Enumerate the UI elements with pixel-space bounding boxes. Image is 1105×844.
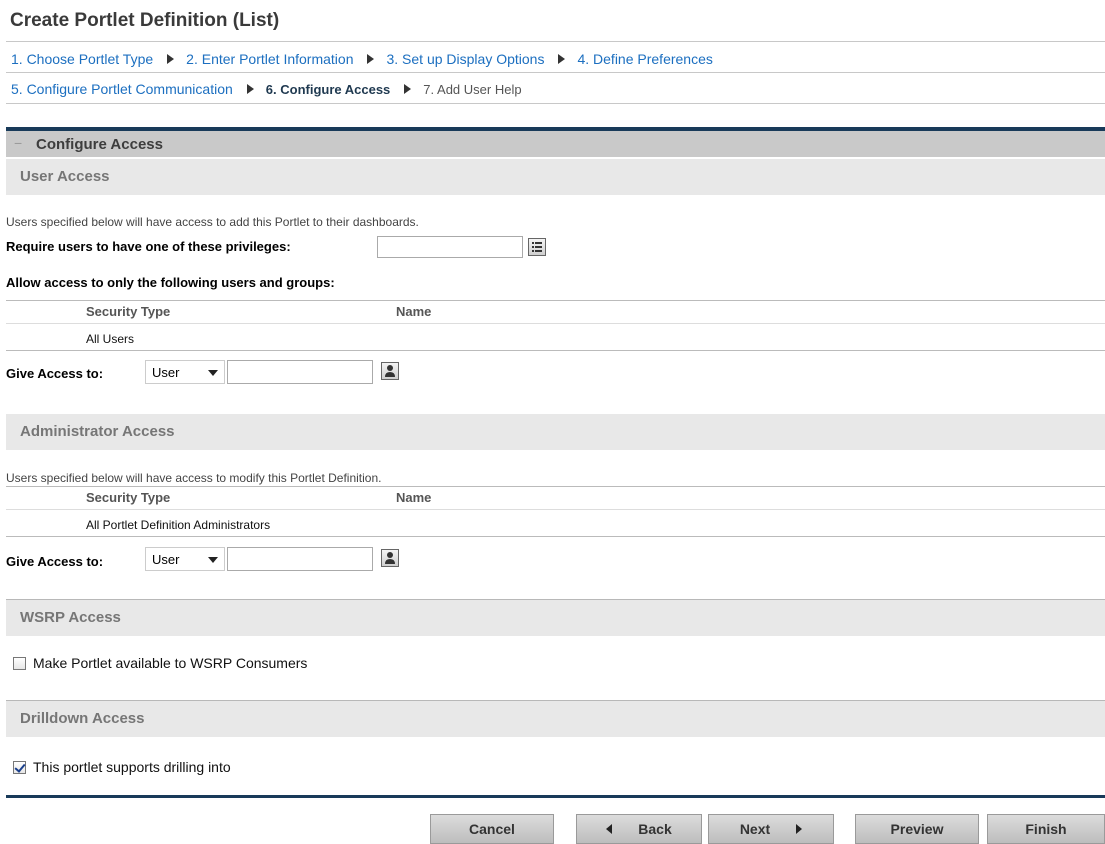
admin-access-name-input[interactable] xyxy=(227,547,373,571)
step-arrow-icon xyxy=(246,84,254,94)
table-row: All Portlet Definition Administrators xyxy=(6,514,1105,537)
step-arrow-icon xyxy=(558,54,566,64)
step-arrow-icon xyxy=(367,54,375,64)
user-access-name-input[interactable] xyxy=(227,360,373,384)
back-button[interactable]: Back xyxy=(576,814,702,844)
administrator-access-header: Administrator Access xyxy=(6,414,1105,450)
user-access-description: Users specified below will have access t… xyxy=(6,215,419,229)
admin-access-table-header: Security Type Name xyxy=(6,486,1105,510)
select-value: User xyxy=(152,365,180,380)
step-add-user-help: 7. Add User Help xyxy=(423,81,522,97)
user-picker-icon[interactable] xyxy=(381,549,399,567)
col-name: Name xyxy=(396,490,432,505)
privileges-list-icon[interactable] xyxy=(528,238,546,256)
chevron-down-icon xyxy=(208,370,218,376)
table-row: All Users xyxy=(6,328,1105,351)
step-configure-portlet-communication[interactable]: 5. Configure Portlet Communication xyxy=(11,81,233,97)
privileges-label: Require users to have one of these privi… xyxy=(6,239,291,254)
give-access-label: Give Access to: xyxy=(6,554,104,569)
administrator-access-title: Administrator Access xyxy=(20,423,175,440)
col-security-type: Security Type xyxy=(86,304,171,319)
wsrp-access-header: WSRP Access xyxy=(6,600,1105,636)
wsrp-access-title: WSRP Access xyxy=(20,609,121,626)
section-title: Configure Access xyxy=(36,136,163,153)
administrator-access-description: Users specified below will have access t… xyxy=(6,471,382,485)
cancel-button[interactable]: Cancel xyxy=(430,814,554,844)
arrow-left-icon xyxy=(606,824,613,834)
finish-button[interactable]: Finish xyxy=(987,814,1105,844)
configure-access-header[interactable]: − Configure Access xyxy=(6,131,1105,157)
allow-access-label: Allow access to only the following users… xyxy=(6,275,335,290)
drilldown-access-title: Drilldown Access xyxy=(20,710,145,727)
drilldown-checkbox[interactable] xyxy=(13,761,26,774)
preview-button[interactable]: Preview xyxy=(855,814,979,844)
steps-divider xyxy=(6,72,1105,73)
steps-divider xyxy=(6,103,1105,104)
drilldown-access-header: Drilldown Access xyxy=(6,701,1105,737)
row-security-type: All Users xyxy=(86,332,135,346)
privileges-input[interactable] xyxy=(377,236,523,258)
next-button-label: Next xyxy=(739,821,771,837)
step-arrow-icon xyxy=(404,84,412,94)
preview-button-label: Preview xyxy=(890,821,944,837)
step-configure-access-current: 6. Configure Access xyxy=(265,81,391,97)
footer-accent-bar xyxy=(6,795,1105,798)
user-access-table-header: Security Type Name xyxy=(6,300,1105,324)
col-name: Name xyxy=(396,304,432,319)
page-title: Create Portlet Definition (List) xyxy=(10,10,280,31)
step-set-up-display-options[interactable]: 3. Set up Display Options xyxy=(386,51,544,67)
step-enter-portlet-information[interactable]: 2. Enter Portlet Information xyxy=(186,51,353,67)
wsrp-consumers-checkbox[interactable] xyxy=(13,657,26,670)
wizard-steps-row-2: 5. Configure Portlet Communication 6. Co… xyxy=(11,81,522,97)
user-access-title: User Access xyxy=(20,168,110,185)
give-access-label: Give Access to: xyxy=(6,366,104,381)
select-value: User xyxy=(152,552,180,567)
title-divider xyxy=(6,41,1105,42)
user-access-type-select[interactable]: User xyxy=(145,360,225,384)
back-button-label: Back xyxy=(638,821,672,837)
user-picker-icon[interactable] xyxy=(381,362,399,380)
arrow-right-icon xyxy=(796,824,803,834)
step-choose-portlet-type[interactable]: 1. Choose Portlet Type xyxy=(11,51,153,67)
user-access-header: User Access xyxy=(6,159,1105,195)
collapse-icon[interactable]: − xyxy=(14,135,22,151)
drilldown-label: This portlet supports drilling into xyxy=(33,759,231,775)
finish-button-label: Finish xyxy=(1025,821,1067,837)
col-security-type: Security Type xyxy=(86,490,171,505)
wizard-steps-row-1: 1. Choose Portlet Type 2. Enter Portlet … xyxy=(11,51,713,67)
chevron-down-icon xyxy=(208,557,218,563)
cancel-button-label: Cancel xyxy=(469,821,515,837)
row-security-type: All Portlet Definition Administrators xyxy=(86,518,271,532)
wsrp-consumers-label: Make Portlet available to WSRP Consumers xyxy=(33,655,308,671)
next-button[interactable]: Next xyxy=(708,814,834,844)
step-define-preferences[interactable]: 4. Define Preferences xyxy=(577,51,712,67)
admin-access-type-select[interactable]: User xyxy=(145,547,225,571)
step-arrow-icon xyxy=(167,54,175,64)
